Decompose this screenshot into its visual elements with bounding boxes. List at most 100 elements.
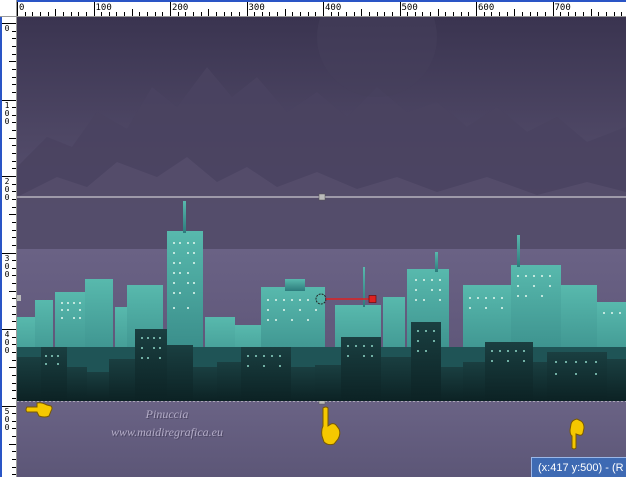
- ruler-minor-tick: [12, 420, 16, 422]
- ruler-major-tick: [552, 2, 554, 16]
- ruler-minor-tick: [9, 443, 16, 445]
- ruler-label: 300: [4, 253, 10, 279]
- ruler-minor-tick: [254, 12, 256, 16]
- ruler-minor-tick: [12, 436, 16, 438]
- ruler-minor-tick: [12, 160, 16, 162]
- ruler-minor-tick: [192, 12, 194, 16]
- ruler-minor-tick: [330, 12, 332, 16]
- ruler-minor-tick: [544, 12, 546, 16]
- ruler-minor-tick: [12, 413, 16, 415]
- ruler-minor-tick: [384, 12, 386, 16]
- ruler-minor-tick: [575, 12, 577, 16]
- ruler-minor-tick: [521, 12, 523, 16]
- ruler-minor-tick: [12, 84, 16, 86]
- ruler-minor-tick: [108, 12, 110, 16]
- left-ruler[interactable]: 0 100 200 300 400 500: [0, 17, 17, 477]
- ruler-label: 400: [4, 330, 10, 355]
- ruler-minor-tick: [12, 68, 16, 70]
- watermark: Pinuccia www.maidiregrafica.eu: [97, 405, 237, 441]
- ruler-minor-tick: [598, 12, 600, 16]
- ruler-accent-line: [0, 17, 2, 477]
- ruler-minor-tick: [12, 168, 16, 170]
- ruler-minor-tick: [12, 206, 16, 208]
- ruler-minor-tick: [12, 298, 16, 300]
- ruler-minor-tick: [12, 237, 16, 239]
- ruler-minor-tick: [514, 9, 516, 16]
- ruler-minor-tick: [300, 12, 302, 16]
- ruler-minor-tick: [12, 466, 16, 468]
- ruler-minor-tick: [391, 12, 393, 16]
- ruler-minor-tick: [177, 12, 179, 16]
- ruler-minor-tick: [12, 221, 16, 223]
- ruler-minor-tick: [200, 12, 202, 16]
- ruler-label: 0: [4, 24, 10, 33]
- ruler-minor-tick: [47, 12, 49, 16]
- ruler-minor-tick: [613, 12, 615, 16]
- ruler-minor-tick: [12, 91, 16, 93]
- ruler-minor-tick: [12, 351, 16, 353]
- ruler-minor-tick: [24, 12, 26, 16]
- ruler-minor-tick: [12, 374, 16, 376]
- ruler-minor-tick: [537, 12, 539, 16]
- status-bar-coordinates: (x:417 y:500) - (R: [531, 457, 626, 477]
- ruler-minor-tick: [12, 275, 16, 277]
- ruler-minor-tick: [338, 12, 340, 16]
- ruler-minor-tick: [414, 12, 416, 16]
- ruler-minor-tick: [307, 12, 309, 16]
- ruler-minor-tick: [12, 130, 16, 132]
- ruler-minor-tick: [12, 244, 16, 246]
- ruler-minor-tick: [185, 12, 187, 16]
- ruler-minor-tick: [468, 12, 470, 16]
- ruler-major-tick: [323, 2, 324, 16]
- ruler-minor-tick: [147, 12, 149, 16]
- ruler-minor-tick: [12, 321, 16, 323]
- ruler-minor-tick: [12, 183, 16, 185]
- ruler-minor-tick: [12, 145, 16, 147]
- ruler-minor-tick: [277, 12, 279, 16]
- ruler-minor-tick: [590, 9, 592, 16]
- ruler-minor-tick: [12, 198, 16, 200]
- ruler-major-tick: [246, 2, 248, 16]
- ruler-minor-tick: [12, 38, 16, 40]
- ruler-minor-tick: [12, 390, 16, 392]
- ruler-minor-tick: [483, 12, 485, 16]
- ruler-minor-tick: [12, 336, 16, 338]
- ruler-minor-tick: [12, 53, 16, 55]
- ruler-minor-tick: [453, 12, 455, 16]
- ruler-minor-tick: [12, 191, 16, 193]
- ruler-minor-tick: [12, 397, 16, 399]
- ruler-minor-tick: [101, 12, 103, 16]
- ruler-minor-tick: [567, 12, 569, 16]
- ruler-minor-tick: [269, 12, 271, 16]
- ruler-minor-tick: [9, 367, 16, 369]
- ruler-minor-tick: [12, 306, 16, 308]
- ruler-minor-tick: [430, 12, 432, 16]
- ruler-minor-tick: [12, 459, 16, 461]
- ruler-minor-tick: [215, 12, 217, 16]
- ruler-minor-tick: [154, 12, 156, 16]
- watermark-line1: Pinuccia: [145, 407, 189, 421]
- ruler-minor-tick: [55, 9, 57, 16]
- image-canvas[interactable]: Pinuccia www.maidiregrafica.eu: [17, 17, 626, 477]
- top-ruler[interactable]: 0 100 200 300 400 500 600 700: [0, 0, 626, 17]
- ruler-minor-tick: [116, 12, 118, 16]
- ruler-minor-tick: [437, 9, 439, 16]
- ruler-minor-tick: [353, 12, 355, 16]
- ruler-minor-tick: [12, 382, 16, 384]
- ruler-minor-tick: [422, 12, 424, 16]
- ruler-minor-tick: [124, 12, 126, 16]
- ruler-minor-tick: [445, 12, 447, 16]
- ruler-minor-tick: [12, 76, 16, 78]
- ruler-minor-tick: [32, 12, 34, 16]
- ruler-minor-tick: [12, 122, 16, 124]
- ruler-label: 100: [4, 100, 10, 126]
- ruler-minor-tick: [498, 12, 500, 16]
- ruler-major-tick: [399, 2, 401, 16]
- perspective-handle-icon[interactable]: [314, 292, 380, 306]
- ruler-minor-tick: [560, 12, 562, 16]
- ruler-minor-tick: [606, 12, 608, 16]
- ruler-minor-tick: [12, 260, 16, 262]
- pointing-hand-left-icon: [25, 402, 53, 418]
- ruler-minor-tick: [162, 12, 164, 16]
- ruler-minor-tick: [39, 12, 41, 16]
